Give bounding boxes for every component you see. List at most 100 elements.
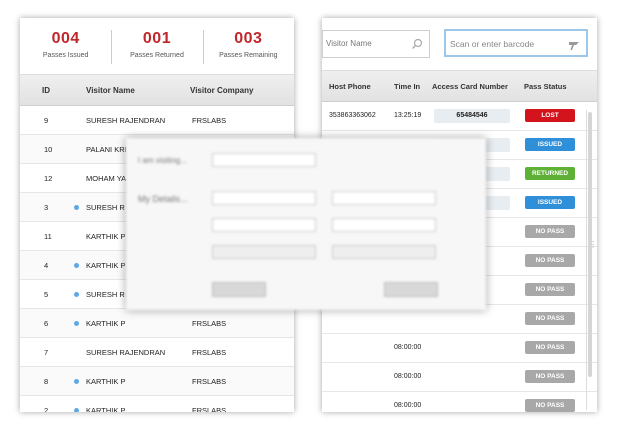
visit-type-select[interactable] <box>332 245 436 259</box>
pass-row[interactable]: 08:00:00 NO PASS <box>322 334 597 363</box>
visitor-name: SURESH R <box>86 290 125 299</box>
column-header-host-phone[interactable]: Host Phone <box>329 82 371 91</box>
passes-returned-count: 001 <box>142 30 172 47</box>
details-label: My Details... <box>138 194 188 204</box>
pass-status-badge[interactable]: NO PASS <box>525 225 575 238</box>
time-in: 08:00:00 <box>394 344 422 351</box>
visitor-row[interactable]: 9 SURESH RAJENDRAN FRSLABS <box>20 106 294 135</box>
visitor-name: SURESH RAJENDRAN <box>86 116 166 125</box>
visitor-id: 6 <box>44 319 49 328</box>
visitor-name: MOHAM YA <box>86 174 127 183</box>
column-header-visitor-name[interactable]: Visitor Name <box>86 86 135 95</box>
pass-status-badge[interactable]: NO PASS <box>525 341 575 354</box>
visitor-id: 11 <box>44 232 52 241</box>
passes-returned-label: Passes Returned <box>130 52 184 59</box>
column-header-pass-status[interactable]: Pass Status <box>524 82 567 91</box>
visitor-company: FRSLABS <box>192 319 227 328</box>
visitor-name: KARTHIK P <box>86 377 126 386</box>
pass-row[interactable]: 08:00:00 NO PASS <box>322 392 597 412</box>
passes-scrollbar[interactable] <box>586 110 593 410</box>
pass-status-badge[interactable]: NO PASS <box>525 312 575 325</box>
pass-status-badge[interactable]: NO PASS <box>525 370 575 383</box>
host-lookup-field[interactable] <box>336 153 396 167</box>
column-header-time-in[interactable]: Time In <box>394 82 420 91</box>
passes-remaining-label: Passes Remaining <box>219 52 278 59</box>
visitors-table-header: ID Visitor Name Visitor Company <box>20 75 294 106</box>
column-header-visitor-company[interactable]: Visitor Company <box>190 86 253 95</box>
pass-status-badge[interactable]: ISSUED <box>525 138 575 151</box>
visitor-id: 3 <box>44 203 49 212</box>
visitor-id: 5 <box>44 290 49 299</box>
last-name-field[interactable] <box>332 191 436 205</box>
passes-issued-label: Passes Issued <box>42 52 89 59</box>
access-card-number[interactable]: 65484546 <box>434 109 510 123</box>
status-dot-icon <box>74 408 79 412</box>
visitor-row[interactable]: 7 SURESH RAJENDRAN FRSLABS <box>20 338 294 367</box>
pass-status-badge[interactable]: NO PASS <box>525 254 575 267</box>
visitor-company: FRSLABS <box>192 348 227 357</box>
phone-field[interactable] <box>332 218 436 232</box>
barcode-input[interactable]: Scan or enter barcode <box>444 29 588 57</box>
status-dot-icon <box>74 321 79 326</box>
pass-status-badge[interactable]: RETURNED <box>525 167 575 180</box>
visitor-id: 2 <box>44 406 49 412</box>
visitor-name: KARTHIK P <box>86 261 126 270</box>
host-phone: 353863363062 <box>329 112 376 119</box>
access-card-value: 65484546 <box>456 112 488 119</box>
visitor-company: FRSLABS <box>192 116 227 125</box>
passes-table-header: Host Phone Time In Access Card Number Pa… <box>322 71 597 102</box>
pass-status-badge[interactable]: NO PASS <box>525 283 575 296</box>
visitor-id: 4 <box>44 261 49 270</box>
pass-row[interactable]: 08:00:00 NO PASS <box>322 363 597 392</box>
host-name-field[interactable] <box>212 153 316 167</box>
barcode-scanner-icon[interactable] <box>568 38 580 56</box>
barcode-input-placeholder: Scan or enter barcode <box>450 39 535 49</box>
visitor-name: SURESH R <box>86 203 125 212</box>
status-dot-icon <box>74 379 79 384</box>
time-in: 08:00:00 <box>394 402 422 409</box>
status-dot-icon <box>74 205 79 210</box>
visitor-name: PALANI KRI <box>86 145 127 154</box>
visitor-registration-dialog: I am visiting... My Details... <box>126 138 486 310</box>
resize-grip-icon[interactable]: ⋮ <box>589 240 597 249</box>
time-in: 13:25:19 <box>394 112 422 119</box>
passes-issued-stat: 004 Passes Issued <box>20 18 111 74</box>
pass-row[interactable]: 353863363062 13:25:19 65484546 LOST <box>322 102 597 131</box>
visitor-company: FRSLABS <box>192 377 227 386</box>
add-visitor-button[interactable] <box>212 282 266 297</box>
id-type-select[interactable] <box>212 245 316 259</box>
visitor-name: KARTHIK P <box>86 232 126 241</box>
passes-remaining-stat: 003 Passes Remaining <box>202 18 294 74</box>
visitor-id: 9 <box>44 116 49 125</box>
visitor-row[interactable]: 6 KARTHIK P FRSLABS <box>20 309 294 338</box>
visitor-row[interactable]: 2 KARTHIK P FRSLABS <box>20 396 294 412</box>
visitor-name-search[interactable]: Visitor Name <box>322 30 430 58</box>
company-field[interactable] <box>212 218 316 232</box>
search-icon[interactable] <box>411 37 423 55</box>
visiting-label: I am visiting... <box>138 156 187 165</box>
visitor-name: SURESH RAJENDRAN <box>86 348 166 357</box>
status-dot-icon <box>74 263 79 268</box>
visitor-name: KARTHIK P <box>86 319 126 328</box>
visitor-name: KARTHIK P <box>86 406 126 412</box>
visitor-company: FRSLABS <box>192 406 227 412</box>
visitor-row[interactable]: 8 KARTHIK P FRSLABS <box>20 367 294 396</box>
column-header-access-card[interactable]: Access Card Number <box>432 82 508 91</box>
time-in: 08:00:00 <box>394 373 422 380</box>
pass-status-badge[interactable]: ISSUED <box>525 196 575 209</box>
passes-returned-stat: 001 Passes Returned <box>111 18 202 74</box>
pass-status-badge[interactable]: LOST <box>525 109 575 122</box>
passes-remaining-count: 003 <box>234 30 263 47</box>
first-name-field[interactable] <box>212 191 316 205</box>
column-header-id[interactable]: ID <box>42 86 50 95</box>
visitor-id: 7 <box>44 348 49 357</box>
visitor-id: 12 <box>44 174 53 183</box>
save-button[interactable] <box>384 282 438 297</box>
pass-status-badge[interactable]: NO PASS <box>525 399 575 412</box>
visitor-name-search-placeholder: Visitor Name <box>326 39 372 48</box>
visitor-id: 10 <box>44 145 53 154</box>
visitor-id: 8 <box>44 377 49 386</box>
status-dot-icon <box>74 292 79 297</box>
search-bar-area: Visitor Name Scan or enter barcode <box>322 18 597 71</box>
pass-summary: 004 Passes Issued 001 Passes Returned 00… <box>20 18 294 75</box>
